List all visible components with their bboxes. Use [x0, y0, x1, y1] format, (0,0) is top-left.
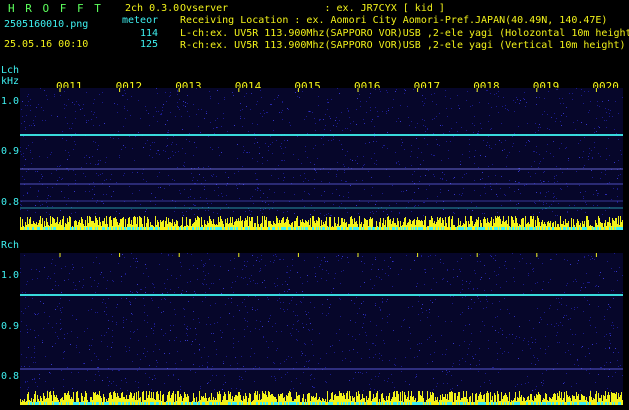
lch-info-line: L-ch:ex. UV5R 113.900Mhz(SAPPORO VOR)USB…	[180, 28, 629, 39]
observer-line: Ovserver : ex. JR7CYX [ kid ]	[180, 3, 445, 14]
app-brand: H R O F F T	[8, 2, 103, 15]
lch-noise	[20, 88, 623, 216]
khz-label: kHz	[1, 76, 20, 87]
lch-freq-1.0: 1.0	[1, 96, 20, 107]
rch-freq-0.8: 0.8	[1, 371, 20, 382]
lch-label: Lch	[1, 65, 20, 76]
lch-count: 114	[140, 28, 159, 39]
rch-spectrogram-svg	[20, 253, 623, 405]
meteor-label: meteor	[122, 15, 159, 26]
lch-time-gridlines	[59, 88, 597, 92]
lch-spectrogram	[20, 88, 623, 230]
rch-spectrogram	[20, 253, 623, 405]
rch-amplitude-bars	[20, 391, 623, 405]
rch-label: Rch	[1, 240, 20, 251]
lch-freq-0.8: 0.8	[1, 197, 20, 208]
lch-freq-0.9: 0.9	[1, 146, 20, 157]
datetime-label: 25.05.16 00:10	[4, 39, 89, 50]
lch-amplitude-bars	[20, 216, 623, 230]
rch-time-gridlines	[59, 253, 597, 257]
lch-spectrogram-svg	[20, 88, 623, 230]
rch-noise	[20, 253, 623, 391]
version-label: 2ch 0.3.0	[125, 3, 180, 14]
rch-freq-0.9: 0.9	[1, 321, 20, 332]
location-line: Receiving Location : ex. Aomori City Aom…	[180, 15, 608, 26]
rch-info-line: R-ch:ex. UV5R 113.900Mhz(SAPPORO VOR)USB…	[180, 40, 626, 51]
rch-count: 125	[140, 39, 159, 50]
file-name: 2505160010.png	[4, 19, 89, 30]
rch-freq-1.0: 1.0	[1, 270, 20, 281]
